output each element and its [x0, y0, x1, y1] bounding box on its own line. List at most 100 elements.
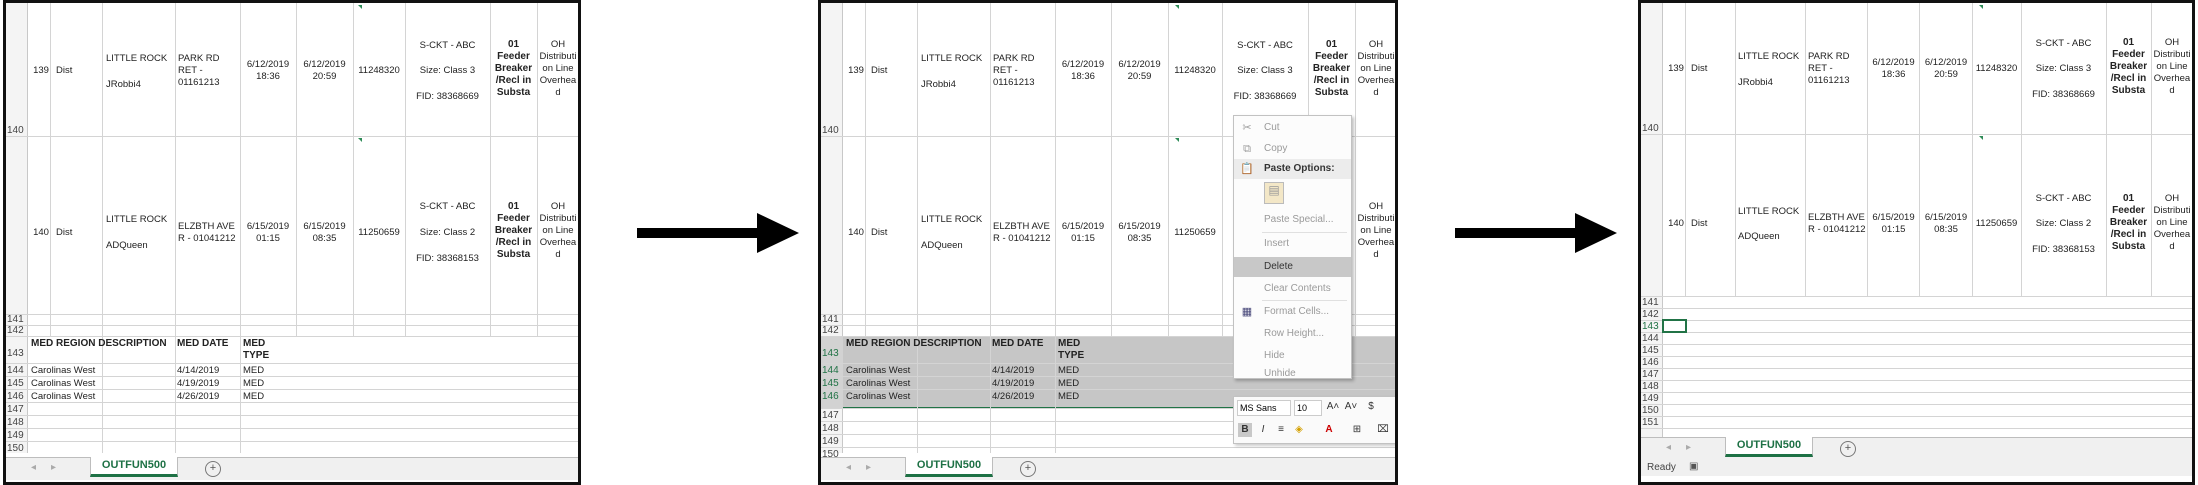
cell-med-type[interactable]: MED — [1058, 378, 1079, 390]
row-number[interactable]: 144 — [7, 365, 24, 376]
cell-date[interactable]: 4/14/2019 — [992, 365, 1034, 377]
cell-end[interactable]: 6/12/2019 20:59 — [1921, 57, 1971, 81]
cell-size[interactable]: Size: Class 2 — [2022, 218, 2105, 230]
cell-end[interactable]: 6/15/2019 08:35 — [298, 221, 351, 245]
cell-id[interactable]: 139 — [847, 65, 865, 77]
cell-size[interactable]: Size: Class 3 — [1223, 65, 1307, 77]
cell-number[interactable]: 11248320 — [1170, 65, 1220, 77]
menu-item-insert[interactable]: Insert — [1234, 234, 1351, 254]
cell-fid[interactable]: FID: 38368153 — [406, 253, 489, 265]
row-number[interactable]: 141 — [1642, 297, 1659, 308]
cell-date[interactable]: 4/26/2019 — [992, 391, 1034, 403]
row-number[interactable]: 145 — [1642, 345, 1659, 356]
row-number[interactable]: 150 — [1642, 405, 1659, 416]
add-sheet-icon[interactable]: + — [1020, 461, 1036, 477]
cell-type[interactable]: Dist — [56, 227, 100, 239]
row-number[interactable]: 141 — [7, 314, 24, 325]
header-med-date[interactable]: MED DATE — [992, 338, 1054, 350]
cell-id[interactable]: 139 — [32, 65, 50, 77]
cell-user[interactable]: ADQueen — [106, 240, 174, 252]
cell-start[interactable]: 6/15/2019 01:15 — [1057, 221, 1109, 245]
font-name-select[interactable]: MS Sans — [1237, 400, 1291, 416]
borders-icon[interactable]: ⊞ — [1350, 423, 1364, 437]
italic-icon[interactable]: I — [1256, 423, 1270, 437]
cell-city[interactable]: LITTLE ROCK — [1738, 206, 1804, 218]
cell-med-type[interactable]: MED — [1058, 391, 1079, 403]
cell-circuit[interactable]: ELZBTH AVE R - 01041212 — [993, 221, 1053, 245]
row-number[interactable]: 142 — [7, 325, 24, 336]
header-med-type[interactable]: MED TYPE — [243, 338, 283, 362]
cell-start[interactable]: 6/15/2019 01:15 — [242, 221, 294, 245]
cell-oh[interactable]: OH Distributi on Line Overhea d — [538, 39, 578, 99]
align-icon[interactable]: ≡ — [1274, 423, 1288, 437]
cell-user[interactable]: JRobbi4 — [106, 79, 174, 91]
cell-number[interactable]: 11250659 — [1973, 218, 2020, 230]
row-number[interactable]: 143 — [822, 348, 839, 359]
header-med-type[interactable]: MED TYPE — [1058, 338, 1098, 362]
row-number[interactable]: 147 — [7, 404, 24, 415]
cell-date[interactable]: 4/14/2019 — [177, 365, 219, 377]
cell-id[interactable]: 140 — [1667, 218, 1685, 230]
cell-type[interactable]: Dist — [871, 65, 915, 77]
format-painter-icon[interactable]: ⌧ — [1376, 423, 1390, 437]
bold-icon[interactable]: B — [1238, 423, 1252, 437]
cell-type[interactable]: Dist — [871, 227, 915, 239]
prev-sheet-icon[interactable]: ◂ — [1666, 442, 1671, 453]
cell-oh[interactable]: OH Distributi on Line Overhea d — [538, 201, 578, 261]
row-number[interactable]: 150 — [7, 443, 24, 454]
prev-sheet-icon[interactable]: ◂ — [31, 462, 36, 473]
header-med-date[interactable]: MED DATE — [177, 338, 239, 350]
cell-oh[interactable]: OH Distributi on Line Overhea d — [2152, 193, 2192, 253]
cell-circuit[interactable]: PARK RD RET - 01161213 — [1808, 51, 1866, 87]
fill-color-icon[interactable]: ◈ — [1292, 423, 1306, 437]
cell-device[interactable]: 01 Feeder Breaker /Recl in Substa — [1309, 39, 1354, 99]
row-number[interactable]: 147 — [1642, 369, 1659, 380]
cell-type[interactable]: Dist — [1691, 63, 1733, 75]
cell-size[interactable]: Size: Class 3 — [406, 65, 489, 77]
cell-city[interactable]: LITTLE ROCK — [106, 214, 174, 226]
menu-item-paste-special[interactable]: Paste Special... — [1234, 210, 1351, 230]
cell-number[interactable]: 11248320 — [355, 65, 403, 77]
add-sheet-icon[interactable]: + — [205, 461, 221, 477]
cell-id[interactable]: 140 — [32, 227, 50, 239]
row-number[interactable]: 148 — [822, 423, 839, 434]
next-sheet-icon[interactable]: ▸ — [1686, 442, 1691, 453]
cell-oh[interactable]: OH Distributi on Line Overhea d — [2152, 37, 2192, 97]
cell-start[interactable]: 6/15/2019 01:15 — [1869, 212, 1918, 236]
menu-item-hide[interactable]: Hide — [1234, 346, 1351, 366]
cell-circuit[interactable]: ELZBTH AVE R - 01041212 — [178, 221, 238, 245]
row-number[interactable]: 144 — [1642, 333, 1659, 344]
cell-fid[interactable]: FID: 38368153 — [2022, 244, 2105, 256]
cell-region[interactable]: Carolinas West — [31, 391, 95, 403]
cell-region[interactable]: Carolinas West — [31, 365, 95, 377]
row-number[interactable]: 149 — [1642, 393, 1659, 404]
cell-city[interactable]: LITTLE ROCK — [1738, 51, 1804, 63]
cell-fid[interactable]: FID: 38368669 — [406, 91, 489, 103]
prev-sheet-icon[interactable]: ◂ — [846, 462, 851, 473]
cell-user[interactable]: ADQueen — [921, 240, 989, 252]
cell-end[interactable]: 6/12/2019 20:59 — [298, 59, 351, 83]
row-number[interactable]: 146 — [7, 391, 24, 402]
cell-number[interactable]: 11250659 — [1170, 227, 1220, 239]
cell-region[interactable]: Carolinas West — [31, 378, 95, 390]
cell-med-type[interactable]: MED — [243, 391, 264, 403]
menu-item-unhide[interactable]: Unhide — [1234, 366, 1351, 380]
menu-item-clear-contents[interactable]: Clear Contents — [1234, 279, 1351, 299]
cell-sckt[interactable]: S-CKT - ABC — [2022, 193, 2105, 205]
cell-device[interactable]: 01 Feeder Breaker /Recl in Substa — [2107, 193, 2150, 253]
cell-id[interactable]: 140 — [847, 227, 865, 239]
row-number[interactable]: 140 — [7, 125, 24, 136]
menu-item-row-height[interactable]: Row Height... — [1234, 324, 1351, 344]
sheet-tab[interactable]: OUTFUN500 — [90, 457, 178, 477]
cell-end[interactable]: 6/15/2019 08:35 — [1921, 212, 1971, 236]
cell-circuit[interactable]: ELZBTH AVE R - 01041212 — [1808, 212, 1866, 236]
cell-start[interactable]: 6/12/2019 18:36 — [1869, 57, 1918, 81]
cell-date[interactable]: 4/19/2019 — [177, 378, 219, 390]
cell-region[interactable]: Carolinas West — [846, 365, 910, 377]
row-number[interactable]: 145 — [7, 378, 24, 389]
row-number[interactable]: 144 — [822, 365, 839, 376]
cell-start[interactable]: 6/12/2019 18:36 — [242, 59, 294, 83]
next-sheet-icon[interactable]: ▸ — [866, 462, 871, 473]
row-number[interactable]: 142 — [822, 325, 839, 336]
cell-user[interactable]: ADQueen — [1738, 231, 1804, 243]
